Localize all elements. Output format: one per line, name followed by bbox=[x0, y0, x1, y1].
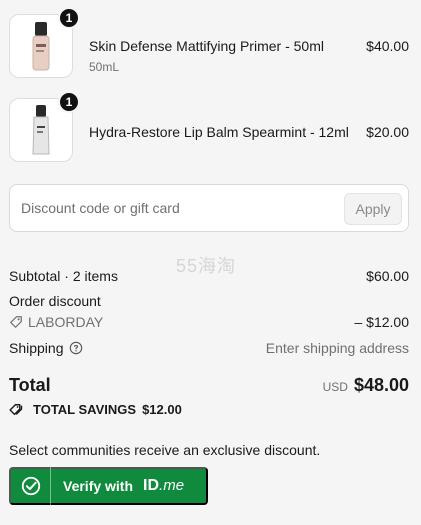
subtotal-label: Subtotal · 2 items bbox=[9, 268, 118, 284]
cart-item: 1 Skin Defense Mattifying Primer - 50ml … bbox=[9, 7, 409, 80]
shipping-label: Shipping bbox=[9, 340, 64, 356]
total-row: Total USD $48.00 bbox=[9, 375, 409, 399]
total-amount: $48.00 bbox=[353, 375, 409, 395]
idme-logo-me: .me bbox=[159, 477, 185, 494]
quantity-badge: 1 bbox=[58, 7, 80, 29]
item-price: $40.00 bbox=[366, 38, 409, 54]
tag-icon bbox=[10, 316, 22, 328]
discount-value: – $12.00 bbox=[354, 314, 410, 330]
savings-tag-icon bbox=[9, 403, 23, 415]
subtotal-value: $60.00 bbox=[366, 268, 409, 284]
lip-balm-tube-image bbox=[32, 105, 50, 155]
help-icon[interactable] bbox=[69, 341, 83, 355]
product-thumbnail: 1 bbox=[9, 7, 80, 78]
idme-logo: ID .me bbox=[143, 477, 184, 495]
quantity-badge: 1 bbox=[58, 91, 80, 113]
item-name: Skin Defense Mattifying Primer - 50ml bbox=[89, 38, 324, 54]
discount-code-input[interactable] bbox=[11, 186, 341, 230]
total-currency: USD bbox=[322, 380, 348, 394]
verify-idme-button[interactable]: Verify with ID .me bbox=[9, 467, 208, 505]
cart-item: 1 Hydra-Restore Lip Balm Spearmint - 12m… bbox=[9, 91, 409, 164]
shipping-value: Enter shipping address bbox=[265, 340, 409, 356]
savings-value: $12.00 bbox=[142, 402, 182, 417]
savings-label: TOTAL SAVINGS bbox=[33, 402, 137, 417]
item-price: $20.00 bbox=[366, 124, 409, 140]
total-savings: TOTAL SAVINGS $12.00 bbox=[9, 402, 182, 417]
total-label: Total bbox=[9, 375, 51, 395]
shipping-row: Shipping Enter shipping address bbox=[9, 340, 409, 356]
discount-code-row: LABORDAY – $12.00 bbox=[9, 314, 409, 332]
order-discount-row: Order discount bbox=[9, 293, 409, 309]
item-variant: 50mL bbox=[89, 60, 120, 74]
discount-code-box: Apply bbox=[9, 184, 409, 232]
apply-button[interactable]: Apply bbox=[344, 193, 402, 225]
order-discount-label: Order discount bbox=[9, 293, 101, 309]
product-thumbnail: 1 bbox=[9, 91, 80, 162]
verify-check-icon bbox=[11, 467, 51, 505]
primer-tube-image bbox=[32, 22, 50, 71]
discount-code-label: LABORDAY bbox=[28, 314, 104, 330]
verify-button-label: Verify with bbox=[63, 478, 134, 494]
item-name: Hydra-Restore Lip Balm Spearmint - 12ml bbox=[89, 124, 349, 140]
idme-logo-id: ID bbox=[143, 477, 160, 494]
communities-text: Select communities receive an exclusive … bbox=[9, 442, 321, 458]
subtotal-row: Subtotal · 2 items $60.00 bbox=[9, 268, 409, 284]
